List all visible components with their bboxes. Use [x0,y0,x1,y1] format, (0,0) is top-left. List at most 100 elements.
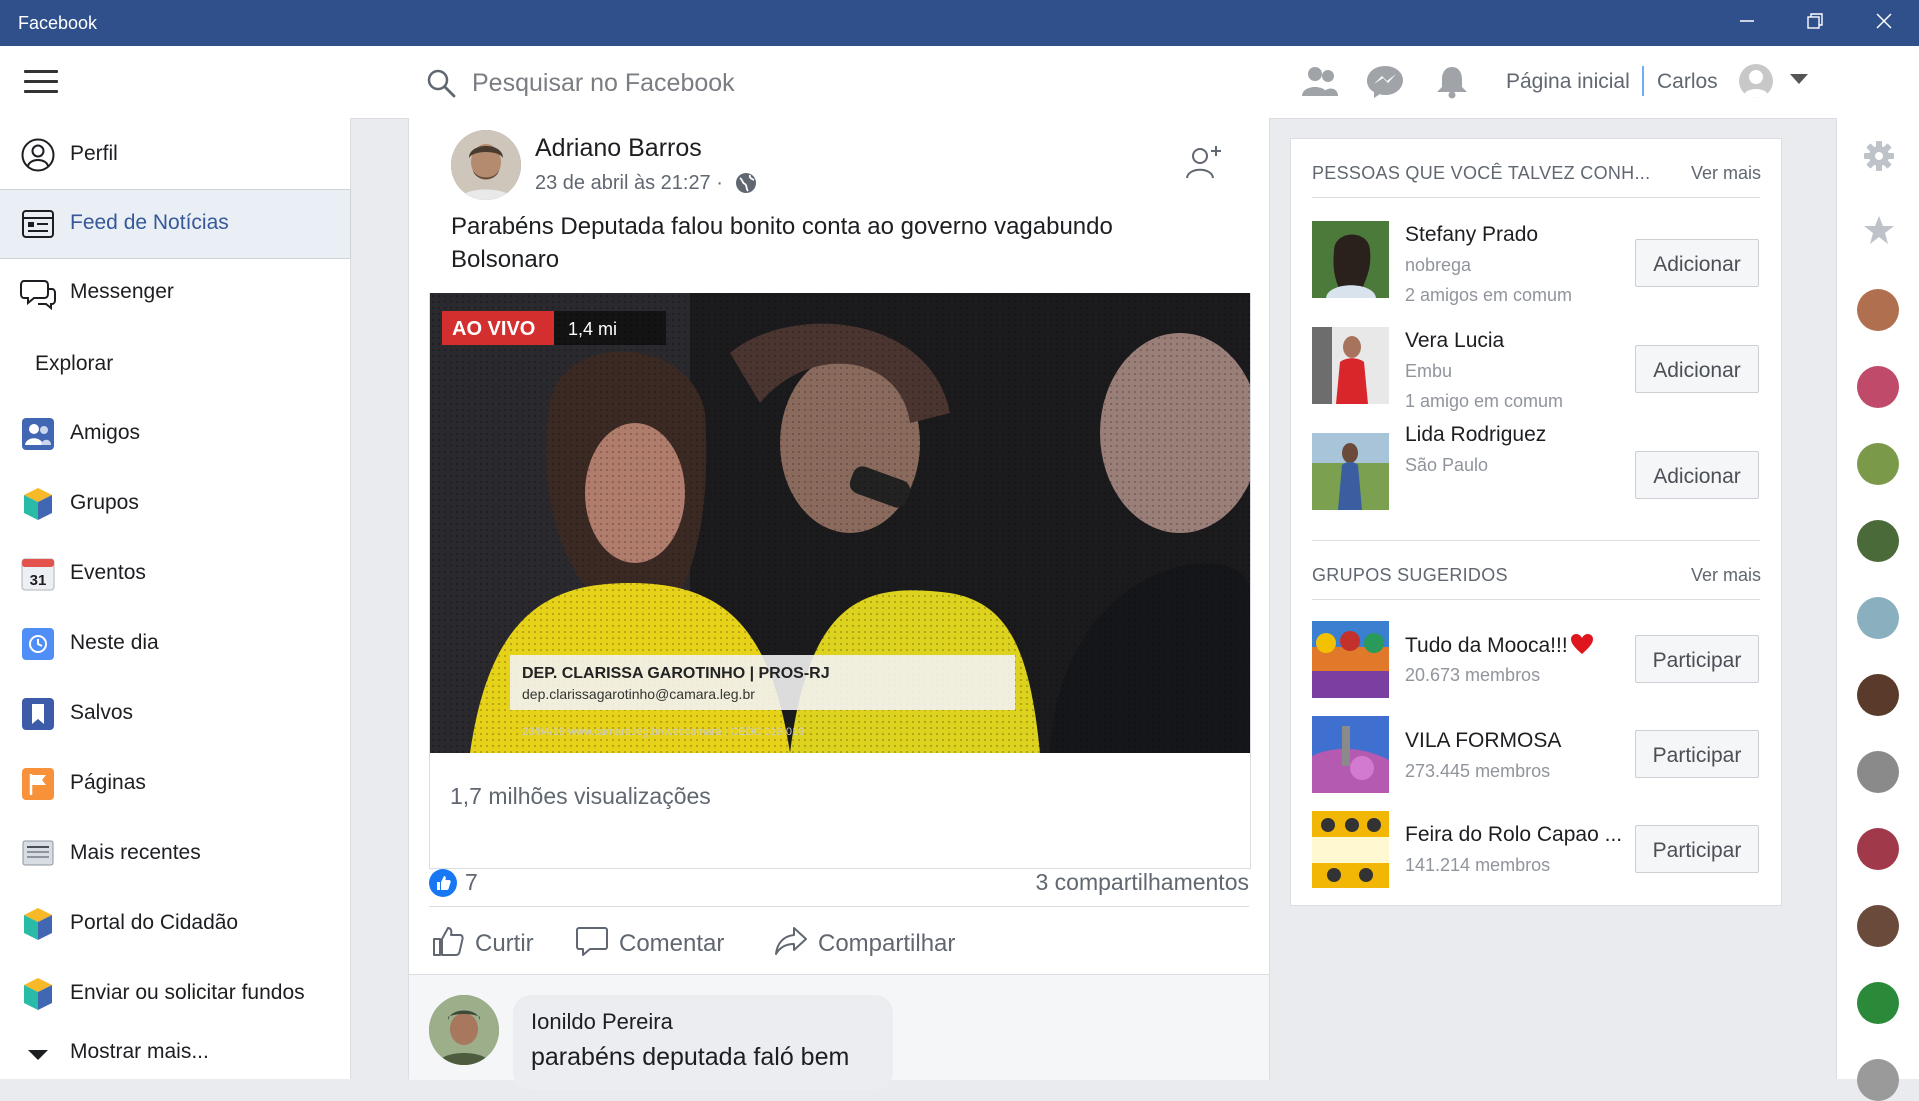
sidebar-item-paginas[interactable]: Páginas [0,750,350,818]
post-author-avatar[interactable] [451,130,521,200]
join-group-button[interactable]: Participar [1635,730,1759,778]
like-reaction-icon[interactable] [429,869,457,897]
contact-avatar[interactable] [1857,674,1899,716]
contact-avatar[interactable] [1857,289,1899,331]
sidebar-item-salvos[interactable]: Salvos [0,680,350,748]
globe-icon [736,173,756,193]
avatar[interactable] [1739,64,1773,98]
account-menu-caret[interactable] [1790,74,1808,84]
person-photo[interactable] [1312,327,1389,404]
messenger-icon[interactable] [1365,64,1405,100]
sidebar-item-amigos[interactable]: Amigos [0,400,350,468]
add-friend-button[interactable]: Adicionar [1635,451,1759,499]
sidebar-item-enviar-fundos[interactable]: Enviar ou solicitar fundos [0,960,350,1028]
comment-author-name[interactable]: Ionildo Pereira [531,1009,673,1035]
person-photo[interactable] [1312,433,1389,510]
profile-link[interactable]: Carlos [1657,70,1718,94]
add-friend-button[interactable]: Adicionar [1635,345,1759,393]
person-name[interactable]: Stefany Prado [1405,223,1538,247]
contact-avatar[interactable] [1857,443,1899,485]
sidebar-item-label: Messenger [70,280,174,303]
section-divider [1312,540,1760,541]
person-detail: São Paulo [1405,455,1489,475]
contact-avatar[interactable] [1857,982,1899,1024]
group-photo[interactable] [1312,716,1389,793]
search-input[interactable] [470,62,994,104]
explore-heading: Explorar [35,352,114,375]
people-see-more-link[interactable]: Ver mais [1691,163,1761,184]
minimize-button[interactable] [1727,8,1767,38]
mutual-friends: 2 amigos em comum [1405,285,1573,305]
reactions-row: 7 3 compartilhamentos [429,853,1249,913]
flag-icon [22,768,54,800]
show-more-link[interactable]: Mostrar mais... [0,1024,350,1074]
notifications-icon[interactable] [1432,64,1472,100]
share-button[interactable]: Compartilhar [774,918,974,968]
sidebar-item-feed[interactable]: Feed de Notícias [0,189,351,259]
join-group-button[interactable]: Participar [1635,825,1759,873]
minimize-icon [1740,20,1754,22]
contact-avatar[interactable] [1857,751,1899,793]
post-author-name[interactable]: Adriano Barros [535,134,702,163]
calendar-icon: 31 [21,558,55,591]
sidebar-item-eventos[interactable]: 31 Eventos [0,540,350,608]
sidebar-item-perfil[interactable]: Perfil [0,121,350,189]
groups-icon [24,488,52,520]
gear-icon[interactable] [1863,140,1895,172]
sidebar-item-neste-dia[interactable]: Neste dia [0,610,350,678]
contact-avatar[interactable] [1857,366,1899,408]
contact-avatar[interactable] [1857,597,1899,639]
group-name[interactable]: Feira do Rolo Capao ... [1405,823,1622,847]
person-detail: nobrega [1405,255,1472,275]
join-group-button[interactable]: Participar [1635,635,1759,683]
sidebar-item-label: Feed de Notícias [70,211,229,234]
nav-separator [1642,66,1644,96]
group-name[interactable]: VILA FORMOSA [1405,729,1561,753]
commenter-photo [429,995,499,1065]
contact-avatar[interactable] [1857,520,1899,562]
video-player[interactable]: AO VIVO 1,4 mi DEP. CLARISSA GAROTINHO |… [430,293,1250,753]
show-more-label: Mostrar mais... [70,1040,209,1063]
contact-avatar[interactable] [1857,828,1899,870]
add-friend-icon[interactable] [1184,142,1224,182]
group-name[interactable]: Tudo da Mooca!!! [1405,633,1594,658]
contact-avatar[interactable] [1857,1059,1899,1101]
group-photo[interactable] [1312,621,1389,698]
contact-avatar[interactable] [1857,905,1899,947]
group-photo[interactable] [1312,811,1389,888]
restore-button[interactable] [1795,8,1835,38]
star-icon[interactable] [1863,214,1895,246]
home-link[interactable]: Página inicial [1506,70,1630,94]
group-suggestions-heading: GRUPOS SUGERIDOS [1312,565,1508,585]
mutual-friends: 1 amigo em comum [1405,391,1564,411]
svg-text:AO VIVO: AO VIVO [452,318,535,340]
groups-see-more-link[interactable]: Ver mais [1691,565,1761,586]
like-count[interactable]: 7 [465,869,478,896]
comment-button[interactable]: Comentar [575,918,735,968]
post-timestamp[interactable]: 23 de abril às 21:27 · [535,172,723,195]
sidebar-item-grupos[interactable]: Grupos [0,470,350,538]
sidebar-item-portal-cidadao[interactable]: Portal do Cidadão [0,890,350,958]
share-icon [775,927,807,955]
sidebar-item-label: Perfil [70,142,118,165]
comment-label: Comentar [619,930,725,957]
group-name-text: Tudo da Mooca!!! [1405,634,1568,657]
on-this-day-icon [22,628,54,660]
svg-text:23/04/19 www.camara.leg.b: 23/04/19 www.camara.leg.br/webcamara | C… [522,726,804,738]
like-button[interactable]: Curtir [431,918,551,968]
sidebar-item-messenger[interactable]: Messenger [0,259,350,327]
heart-icon [1570,634,1593,654]
sidebar-item-mais-recentes[interactable]: Mais recentes [0,820,350,888]
add-friend-button[interactable]: Adicionar [1635,239,1759,287]
menu-button[interactable] [24,70,58,94]
person-name[interactable]: Lida Rodriguez [1405,423,1546,447]
share-count[interactable]: 3 compartilhamentos [1036,869,1250,896]
close-window-button[interactable] [1864,8,1904,38]
person-name[interactable]: Vera Lucia [1405,329,1504,353]
person-photo[interactable] [1312,221,1389,298]
sidebar-item-label: Páginas [70,771,146,794]
sidebar-item-label: Salvos [70,701,134,724]
suggestions-panel: PESSOAS QUE VOCÊ TALVEZ CONH... Ver mais… [1290,138,1782,906]
friend-requests-icon[interactable] [1300,64,1340,100]
comment-author-avatar[interactable] [429,995,499,1065]
